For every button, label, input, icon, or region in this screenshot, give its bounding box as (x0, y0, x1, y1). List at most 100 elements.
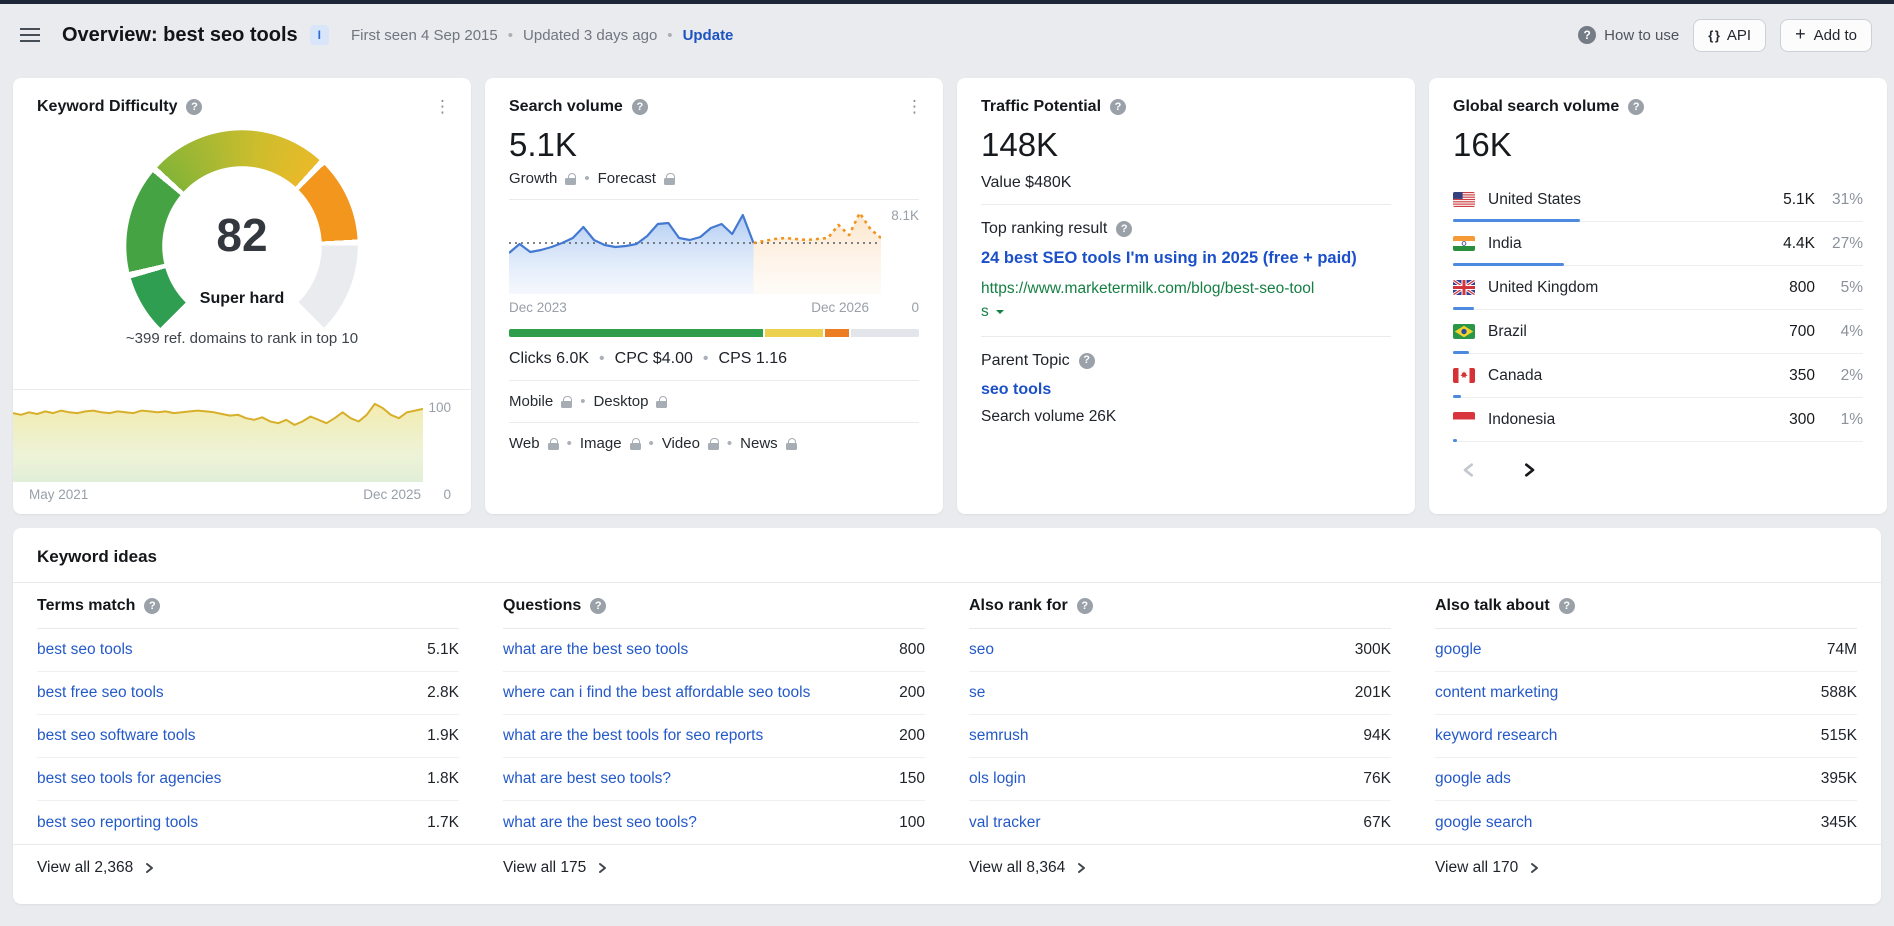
menu-icon[interactable] (20, 28, 40, 42)
search-volume-chart: 8.1K Dec 2023 Dec 2026 0 (509, 199, 919, 315)
country-volume: 350 (1789, 367, 1815, 385)
column-header-label: Terms match (37, 597, 135, 615)
view-all-link[interactable]: View all 170 (1435, 859, 1857, 877)
keyword-link[interactable]: best seo tools for agencies (37, 770, 221, 788)
keyword-link[interactable]: google search (1435, 814, 1532, 832)
help-icon[interactable] (1079, 353, 1095, 369)
keyword-volume: 100 (899, 814, 925, 832)
forecast-label[interactable]: Forecast (598, 170, 656, 187)
add-to-button[interactable]: Add to (1780, 19, 1872, 52)
keyword-row: keyword research 515K (1435, 715, 1857, 758)
add-to-button-label: Add to (1814, 27, 1857, 44)
more-options-icon[interactable] (900, 94, 929, 119)
help-icon[interactable] (1628, 99, 1644, 115)
url-line-2: s (981, 303, 989, 320)
keyword-ideas-section: Keyword ideas Terms match best seo tools… (13, 528, 1881, 904)
divider (981, 204, 1391, 205)
keyword-link[interactable]: google ads (1435, 770, 1511, 788)
keyword-row: best free seo tools 2.8K (37, 672, 459, 715)
top-ranking-label-row: Top ranking result (981, 220, 1391, 238)
mobile-label[interactable]: Mobile (509, 393, 553, 410)
lock-icon (548, 438, 559, 450)
header-actions: How to use API Add to (1578, 19, 1872, 52)
expand-caret-icon[interactable] (996, 310, 1004, 318)
dot-separator: • (727, 435, 732, 452)
keyword-volume: 94K (1363, 727, 1391, 745)
country-volume: 300 (1789, 411, 1815, 429)
date-start-label: May 2021 (29, 487, 88, 502)
help-icon[interactable] (144, 598, 160, 614)
keyword-link[interactable]: what are best seo tools? (503, 770, 671, 788)
more-options-icon[interactable] (428, 94, 457, 119)
keyword-link[interactable]: val tracker (969, 814, 1041, 832)
keyword-link[interactable]: what are the best tools for seo reports (503, 727, 763, 745)
y-axis-min-label: 0 (891, 300, 919, 315)
bar-segment (851, 329, 919, 337)
keyword-link[interactable]: ols login (969, 770, 1026, 788)
view-all-link[interactable]: View all 8,364 (969, 859, 1391, 877)
chevron-right-icon (1075, 862, 1087, 874)
date-end-label: Dec 2025 (363, 487, 421, 502)
chevron-right-icon (1528, 862, 1540, 874)
keyword-link[interactable]: google (1435, 641, 1482, 659)
help-icon[interactable] (1077, 598, 1093, 614)
keyword-link[interactable]: best seo tools (37, 641, 133, 659)
keyword-link[interactable]: best seo software tools (37, 727, 196, 745)
card-title-row: Traffic Potential (981, 98, 1391, 116)
help-icon[interactable] (1110, 99, 1126, 115)
keyword-link[interactable]: keyword research (1435, 727, 1557, 745)
keyword-link[interactable]: best free seo tools (37, 684, 164, 702)
keyword-link[interactable]: where can i find the best affordable seo… (503, 684, 810, 702)
view-all-label: View all 175 (503, 859, 586, 877)
help-icon[interactable] (1559, 598, 1575, 614)
keyword-row: google search 345K (1435, 801, 1857, 844)
top-ranking-url[interactable]: https://www.marketermilk.com/blog/best-s… (981, 277, 1391, 324)
keyword-link[interactable]: semrush (969, 727, 1028, 745)
desktop-label[interactable]: Desktop (593, 393, 648, 410)
help-icon[interactable] (1116, 221, 1132, 237)
parent-topic-link[interactable]: seo tools (981, 381, 1391, 399)
keyword-ideas-column: Also talk about google 74M content marke… (1435, 583, 1857, 844)
growth-label[interactable]: Growth (509, 170, 557, 187)
update-link[interactable]: Update (683, 27, 734, 44)
help-icon[interactable] (186, 99, 202, 115)
date-start-label: Dec 2023 (509, 300, 567, 315)
volume-sparkline (509, 210, 881, 294)
country-percent: 31% (1815, 191, 1863, 209)
video-label[interactable]: Video (662, 435, 700, 452)
keyword-link[interactable]: se (969, 684, 985, 702)
keyword-volume: 1.7K (427, 814, 459, 832)
keyword-link[interactable]: seo (969, 641, 994, 659)
keyword-link[interactable]: content marketing (1435, 684, 1558, 702)
image-label[interactable]: Image (580, 435, 622, 452)
parent-topic-volume: Search volume 26K (981, 408, 1391, 426)
keyword-row: google 74M (1435, 629, 1857, 672)
divider (509, 422, 919, 423)
api-button[interactable]: API (1693, 19, 1766, 52)
keyword-row: se 201K (969, 672, 1391, 715)
country-name: Brazil (1488, 323, 1527, 341)
keyword-link[interactable]: what are the best seo tools (503, 641, 688, 659)
view-all-link[interactable]: View all 175 (503, 859, 925, 877)
flag-br-icon (1453, 324, 1475, 339)
meta-row: First seen 4 Sep 2015 • Updated 3 days a… (351, 27, 733, 44)
lock-icon (786, 438, 797, 450)
lock-icon (565, 173, 576, 185)
bar-segment (825, 329, 850, 337)
help-icon[interactable] (632, 99, 648, 115)
view-all-label: View all 8,364 (969, 859, 1065, 877)
keyword-link[interactable]: best seo reporting tools (37, 814, 198, 832)
top-ranking-result-link[interactable]: 24 best SEO tools I'm using in 2025 (fre… (981, 249, 1391, 268)
next-page-button[interactable] (1517, 458, 1541, 482)
previous-page-button[interactable] (1457, 458, 1481, 482)
how-to-use-link[interactable]: How to use (1578, 26, 1679, 44)
how-to-use-label: How to use (1604, 27, 1679, 44)
keyword-row: best seo software tools 1.9K (37, 715, 459, 758)
web-label[interactable]: Web (509, 435, 540, 452)
keyword-link[interactable]: what are the best seo tools? (503, 814, 697, 832)
view-all-link[interactable]: View all 2,368 (37, 859, 459, 877)
help-icon[interactable] (590, 598, 606, 614)
parent-topic-label: Parent Topic (981, 352, 1070, 370)
news-label[interactable]: News (740, 435, 778, 452)
top-ranking-label: Top ranking result (981, 220, 1107, 238)
